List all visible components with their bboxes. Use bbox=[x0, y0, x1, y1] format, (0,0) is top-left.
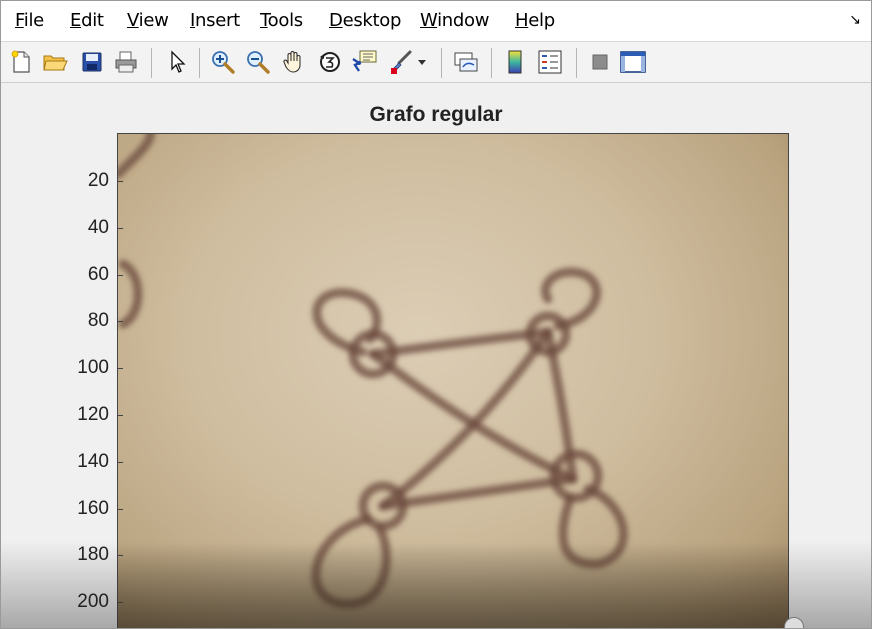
dock-figure-icon[interactable]: ↘ bbox=[849, 11, 861, 28]
new-figure-icon bbox=[11, 50, 30, 73]
data-cursor-button[interactable] bbox=[351, 48, 379, 76]
y-tick-label: 80 bbox=[87, 310, 109, 332]
hide-plot-tools-button[interactable] bbox=[586, 48, 614, 76]
y-tick-mark bbox=[117, 368, 123, 370]
toolbar-separator bbox=[151, 48, 152, 78]
save-icon bbox=[82, 52, 102, 72]
zoom-out-icon bbox=[247, 51, 270, 74]
y-tick-label: 20 bbox=[87, 170, 109, 191]
y-tick-mark bbox=[117, 181, 123, 182]
figure-window: File Edit View Insert Tools Desktop Wind… bbox=[0, 0, 872, 629]
menu-view-mnemonic: V bbox=[127, 10, 139, 31]
menu-edit[interactable]: Edit bbox=[70, 10, 104, 31]
y-tick-mark bbox=[117, 227, 123, 229]
edit-plot-button[interactable] bbox=[163, 48, 191, 76]
data-cursor-icon bbox=[352, 50, 377, 72]
new-figure-button[interactable] bbox=[7, 48, 35, 76]
y-tick-mark bbox=[117, 508, 123, 510]
menu-insert-label: nsert bbox=[195, 10, 240, 31]
menu-insert[interactable]: Insert bbox=[190, 10, 240, 31]
menu-help[interactable]: Help bbox=[515, 10, 555, 31]
show-plot-tools-button[interactable] bbox=[619, 48, 647, 76]
y-tick-mark bbox=[117, 274, 123, 276]
colorbar-icon bbox=[508, 50, 522, 74]
y-tick-label: 140 bbox=[77, 450, 109, 472]
rotate-3d-button[interactable] bbox=[316, 48, 344, 76]
menu-window-mnemonic: W bbox=[420, 10, 438, 31]
menu-tools[interactable]: Tools bbox=[260, 10, 303, 31]
rotate-3d-icon bbox=[320, 52, 340, 72]
menu-edit-label: dit bbox=[81, 10, 104, 31]
y-tick-label: 200 bbox=[77, 591, 109, 613]
insert-legend-button[interactable] bbox=[536, 48, 564, 76]
brush-icon bbox=[391, 50, 412, 74]
menu-desktop-mnemonic: D bbox=[329, 10, 343, 31]
menu-tools-label: ools bbox=[267, 10, 304, 31]
menu-desktop-label: esktop bbox=[342, 10, 402, 31]
brush-button[interactable] bbox=[387, 48, 415, 76]
menu-view[interactable]: View bbox=[127, 10, 169, 31]
plot-title: Grafo regular bbox=[369, 103, 503, 126]
menu-view-label: iew bbox=[138, 10, 169, 31]
zoom-out-button[interactable] bbox=[244, 48, 272, 76]
figure-toolbar bbox=[1, 42, 871, 83]
brush-dropdown-button[interactable] bbox=[415, 48, 429, 76]
show-plot-tools-icon bbox=[620, 51, 646, 73]
insert-colorbar-button[interactable] bbox=[501, 48, 529, 76]
menu-file-label: ile bbox=[23, 10, 44, 31]
menu-window[interactable]: Window bbox=[420, 10, 489, 31]
y-tick-mark bbox=[117, 602, 123, 604]
y-tick-label: 60 bbox=[87, 263, 109, 285]
hide-plot-tools-icon bbox=[592, 54, 608, 70]
toolbar-separator bbox=[199, 48, 200, 78]
y-tick-label: 40 bbox=[87, 216, 109, 238]
legend-icon bbox=[538, 50, 562, 74]
menu-tools-mnemonic: T bbox=[260, 10, 268, 31]
y-tick-label: 120 bbox=[77, 404, 109, 425]
menu-file[interactable]: File bbox=[15, 10, 44, 31]
zoom-in-button[interactable] bbox=[209, 48, 237, 76]
y-tick-mark bbox=[117, 461, 123, 463]
open-file-icon bbox=[43, 55, 68, 71]
zoom-in-icon bbox=[212, 51, 235, 74]
save-button[interactable] bbox=[78, 48, 106, 76]
menu-bar: File Edit View Insert Tools Desktop Wind… bbox=[1, 1, 871, 42]
menu-help-label: elp bbox=[528, 10, 555, 31]
pan-hand-icon bbox=[283, 51, 301, 73]
pan-button[interactable] bbox=[280, 48, 308, 76]
y-tick-mark bbox=[117, 321, 123, 323]
select-arrow-icon bbox=[171, 50, 186, 73]
toolbar-separator bbox=[576, 48, 577, 78]
menu-window-label: indow bbox=[437, 10, 490, 31]
menu-help-mnemonic: H bbox=[515, 10, 529, 31]
y-tick-label: 100 bbox=[77, 357, 109, 379]
toolbar-separator bbox=[441, 48, 442, 78]
menu-desktop[interactable]: Desktop bbox=[329, 10, 401, 31]
y-tick-mark bbox=[117, 555, 123, 557]
graph-photo-image bbox=[118, 134, 628, 609]
plot-axes[interactable] bbox=[117, 133, 789, 628]
y-tick-mark bbox=[117, 415, 123, 416]
menu-edit-mnemonic: E bbox=[70, 10, 82, 31]
link-plot-icon bbox=[454, 52, 478, 72]
y-tick-label: 180 bbox=[77, 544, 109, 566]
chevron-down-icon bbox=[418, 60, 426, 65]
print-button[interactable] bbox=[112, 48, 140, 76]
toolbar-separator bbox=[491, 48, 492, 78]
open-file-button[interactable] bbox=[41, 48, 69, 76]
menu-file-mnemonic: F bbox=[15, 10, 24, 31]
y-tick-label: 160 bbox=[77, 497, 109, 519]
print-icon bbox=[115, 51, 137, 73]
link-plot-button[interactable] bbox=[452, 48, 480, 76]
